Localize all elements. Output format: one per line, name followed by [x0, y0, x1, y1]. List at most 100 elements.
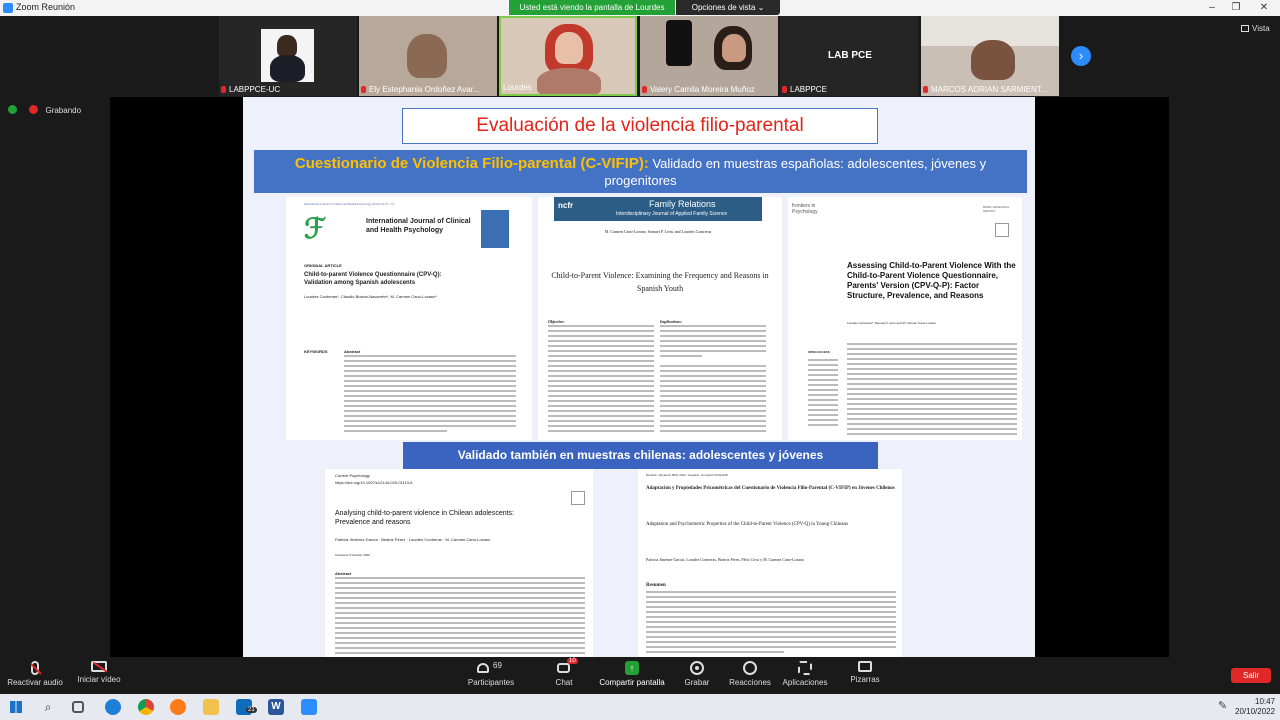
view-options-button[interactable]: Opciones de vista ⌄ [676, 0, 780, 15]
participant-tile[interactable]: Valery Camila Moreira Muñoz [640, 16, 778, 96]
view-button[interactable]: Vista [1241, 24, 1270, 33]
open-access-label: OPEN ACCESS [808, 350, 830, 354]
section-label: ORIGINAL ARTICLE [304, 263, 342, 268]
tile-name: LABPPCE-UC [221, 85, 280, 94]
paper-title-en: Adaptation and Psychometric Properties o… [646, 522, 848, 527]
accepted-date: Accepted: 9 October 2020 [335, 553, 370, 557]
participants-icon: 69 [477, 661, 505, 675]
participant-tile[interactable]: Ely Estephania Ordoñez Avar... [359, 16, 497, 96]
chat-badge: 10 [567, 658, 578, 664]
share-banner: Usted está viendo la pantalla de Lourdes [509, 0, 675, 15]
journal-top-line: International Journal of Clinical and He… [304, 202, 394, 206]
mic-muted-icon [923, 86, 928, 93]
chat-button[interactable]: 10 Chat [551, 658, 578, 687]
view-label: Vista [1252, 24, 1270, 33]
slide-title: Evaluación de la violencia filio-parenta… [402, 108, 878, 144]
record-icon [29, 105, 39, 114]
whiteboards-button[interactable]: Pizarras [849, 661, 881, 684]
share-screen-label: Compartir pantalla [599, 678, 665, 687]
tile-name-text: LABPPCE-UC [229, 85, 281, 94]
paper-image-2: ncfr Family Relations Interdisciplinary … [538, 197, 782, 440]
paper-authors: Lourdes Contreras*, Samuel P. León and M… [847, 321, 936, 325]
clock-time: 10:47 [1255, 697, 1276, 706]
share-screen-button[interactable]: ↑ Compartir pantalla [598, 661, 666, 687]
shared-slide: Evaluación de la violencia filio-parenta… [243, 97, 1035, 657]
paper-image-5: Recibido / Received: 08.01.2020 - Acepta… [638, 469, 902, 657]
window-title: Zoom Reunión [16, 2, 76, 12]
abstract-text-lines [548, 325, 654, 435]
tile-name-text: LABPPCE [790, 85, 827, 94]
paper-title: Child-to-Parent Violence: Examining the … [551, 271, 769, 293]
participant-tile-active[interactable]: Lourdes [499, 16, 637, 96]
mic-off-icon [30, 661, 42, 675]
participant-tile[interactable]: LABPPCE-UC [219, 16, 357, 96]
grid-icon [1241, 25, 1249, 32]
maximize-icon[interactable]: ❐ [1224, 0, 1248, 16]
tile-name: Ely Estephania Ordoñez Avar... [361, 85, 480, 94]
resumen-label: Resumen [646, 583, 666, 588]
start-video-button[interactable]: Iniciar vídeo [75, 661, 123, 684]
pen-icon[interactable]: ✎ [1218, 699, 1234, 715]
person-body [537, 68, 601, 94]
close-icon[interactable]: ✕ [1252, 0, 1276, 16]
participants-count: 69 [493, 661, 502, 670]
participant-tile[interactable]: LAB PCE LABPPCE [780, 16, 918, 96]
check-updates-icon [571, 491, 585, 505]
record-button[interactable]: Grabar [683, 661, 711, 687]
smiley-icon [743, 661, 757, 675]
paper-image-1: International Journal of Clinical and He… [286, 197, 532, 440]
minimize-icon[interactable]: – [1200, 0, 1224, 16]
paper-authors: M. Carmen Cano-Lozano, Samuel P. León, a… [604, 229, 712, 234]
body-text-lines [660, 325, 766, 435]
unmute-label: Reactivar audio [7, 678, 63, 687]
received-dates: Recibido / Received: 08.01.2020 - Acepta… [646, 473, 728, 477]
person-body [270, 55, 305, 82]
tile-name: Valery Camila Moreira Muñoz [642, 85, 755, 94]
firefox-icon[interactable] [170, 699, 186, 715]
speaker-object [666, 20, 692, 66]
unmute-button[interactable]: Reactivar audio [7, 661, 63, 687]
search-icon[interactable]: ⌕ [40, 699, 56, 715]
journal-logo: ℱ [304, 214, 327, 245]
task-view-icon[interactable] [72, 701, 84, 713]
word-icon[interactable]: W [268, 699, 284, 715]
journal-header: ncfr Family Relations Interdisciplinary … [554, 197, 762, 221]
edge-icon[interactable] [105, 699, 121, 715]
paper-image-3: frontiers in Psychology BRIEF RESEARCH R… [788, 197, 1022, 440]
resumen-text-lines [646, 591, 896, 656]
recording-indicator: Grabando [8, 105, 81, 115]
person-head [407, 34, 447, 78]
paper-image-4: Current Psychology https://doi.org/10.10… [325, 469, 593, 657]
leave-button[interactable]: Salir [1231, 668, 1271, 683]
windows-start-icon[interactable] [8, 699, 24, 715]
participant-tile[interactable]: MARCOS ADRIAN SARMIENT... [921, 16, 1059, 96]
record-label: Grabar [684, 678, 710, 687]
file-explorer-icon[interactable] [203, 699, 219, 715]
apps-icon [798, 661, 812, 675]
tile-name-text: Valery Camila Moreira Muñoz [650, 85, 755, 94]
slide-subtitle-band: Cuestionario de Violencia Filio-parental… [254, 150, 1027, 193]
participants-button[interactable]: 69 Participantes [466, 661, 516, 687]
keywords-label: KEYWORDS [304, 349, 328, 354]
zoom-taskbar-icon[interactable] [301, 699, 317, 715]
reactions-button[interactable]: Reacciones [729, 661, 771, 687]
mic-muted-icon [361, 86, 366, 93]
apps-button[interactable]: Aplicaciones [781, 661, 829, 687]
recording-label: Grabando [45, 106, 82, 115]
tile-name: MARCOS ADRIAN SARMIENT... [923, 85, 1047, 94]
check-updates-icon [995, 223, 1009, 237]
paper-title: Analysing child-to-parent violence in Ch… [335, 510, 514, 526]
chevron-right-icon: › [1078, 48, 1084, 63]
journal-name: Family Relations [649, 199, 716, 209]
start-video-label: Iniciar vídeo [77, 675, 121, 684]
abstract-text-lines [344, 355, 516, 435]
next-page-button[interactable]: › [1071, 46, 1091, 66]
chrome-icon[interactable] [138, 699, 154, 715]
journal-name: Current Psychology [335, 473, 370, 478]
mic-muted-icon [221, 86, 226, 93]
system-clock[interactable]: 10:47 20/10/2022 [1235, 697, 1275, 717]
record-icon [690, 661, 704, 675]
ncfr-logo: ncfr [558, 201, 574, 210]
band-bold-text: Cuestionario de Violencia Filio-parental… [294, 155, 649, 172]
mail-icon[interactable]: 21 [236, 699, 257, 715]
